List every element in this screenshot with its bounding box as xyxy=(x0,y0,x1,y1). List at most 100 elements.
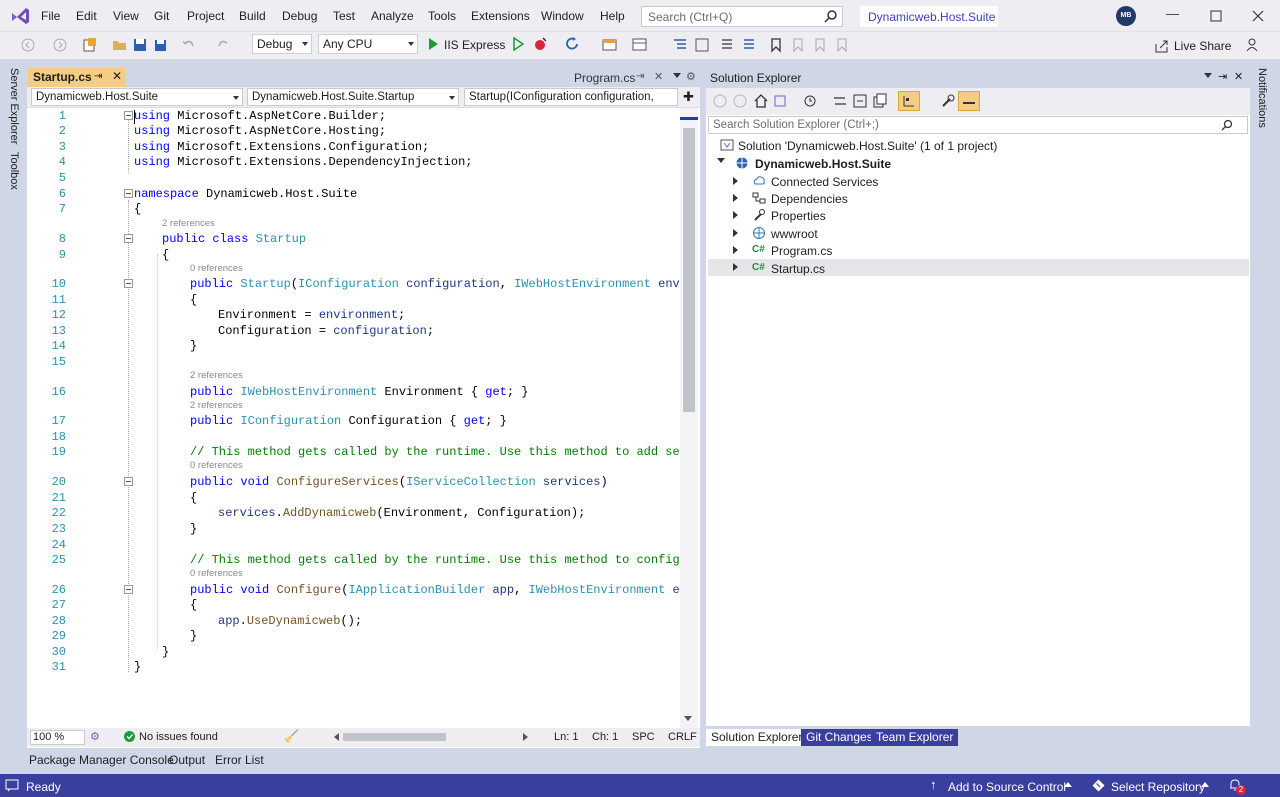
code-cleanup-icon[interactable]: 🧹 xyxy=(284,729,299,743)
uncomment-lines-icon[interactable] xyxy=(742,37,758,53)
visual-studio-logo-icon[interactable] xyxy=(9,5,31,27)
preview-selected-toggle[interactable] xyxy=(898,91,920,111)
solution-name-badge[interactable]: Dynamicweb.Host.Suite xyxy=(860,6,998,27)
menu-tools[interactable]: Tools xyxy=(428,9,456,23)
solution-platform-dropdown[interactable]: Any CPU xyxy=(318,34,418,54)
live-share-icon[interactable] xyxy=(1154,38,1170,54)
window-layout-icon[interactable] xyxy=(632,37,648,53)
tab-error-list[interactable]: Error List xyxy=(215,753,264,767)
collapse-region-icon[interactable] xyxy=(124,111,133,120)
column-indicator[interactable]: Ch: 1 xyxy=(592,731,618,743)
properties-wrench-icon[interactable] xyxy=(940,93,956,109)
menu-build[interactable]: Build xyxy=(239,9,266,23)
collapse-region-icon[interactable] xyxy=(124,234,133,243)
clear-bookmarks-icon[interactable] xyxy=(834,37,850,53)
menu-analyze[interactable]: Analyze xyxy=(371,9,414,23)
menu-help[interactable]: Help xyxy=(600,9,625,23)
home-icon[interactable] xyxy=(753,93,769,109)
codelens-references[interactable]: 0 references xyxy=(190,263,243,274)
solution-search-input[interactable]: Search Solution Explorer (Ctrl+;) xyxy=(708,116,1248,134)
pin-icon[interactable]: ⇥ xyxy=(94,71,102,82)
open-folder-icon[interactable] xyxy=(112,37,128,53)
tab-team-explorer[interactable]: Team Explorer xyxy=(871,729,959,746)
collapse-all-icon[interactable] xyxy=(852,93,868,109)
notifications-tab[interactable]: Notifications xyxy=(1256,68,1268,128)
tab-git-changes[interactable]: Git Changes xyxy=(801,729,878,746)
codelens-references[interactable]: 2 references xyxy=(162,218,215,229)
horizontal-scrollbar-thumb[interactable] xyxy=(343,733,446,741)
refresh-icon[interactable] xyxy=(564,36,580,52)
close-tab-icon[interactable]: ✕ xyxy=(112,69,122,83)
menu-project[interactable]: Project xyxy=(187,9,224,23)
sync-icon[interactable] xyxy=(832,93,848,109)
close-tab-icon[interactable]: ✕ xyxy=(654,70,663,83)
collapse-arrow-icon[interactable] xyxy=(733,229,738,237)
prev-bookmark-icon[interactable] xyxy=(790,37,806,53)
output-status-icon[interactable] xyxy=(5,778,19,792)
window-position-dropdown-icon[interactable] xyxy=(1204,73,1212,78)
collapse-arrow-icon[interactable] xyxy=(733,211,738,219)
bookmark-icon[interactable] xyxy=(768,37,784,53)
line-indicator[interactable]: Ln: 1 xyxy=(554,731,578,743)
tab-output[interactable]: Output xyxy=(169,753,205,767)
add-to-source-control-button[interactable]: Add to Source Control xyxy=(948,780,1066,794)
menu-git[interactable]: Git xyxy=(154,9,169,23)
server-explorer-tab[interactable]: Server Explorer xyxy=(8,68,20,144)
collapse-arrow-icon[interactable] xyxy=(733,246,738,254)
codelens-references[interactable]: 0 references xyxy=(190,460,243,471)
start-debugging-icon[interactable] xyxy=(427,37,439,51)
maximize-icon[interactable] xyxy=(1210,10,1222,22)
run-target-label[interactable]: IIS Express xyxy=(444,38,505,52)
line-ending-indicator[interactable]: CRLF xyxy=(668,731,697,743)
codelens-references[interactable]: 2 references xyxy=(190,370,243,381)
pin-icon[interactable]: ⇥ xyxy=(636,71,644,82)
minimize-icon[interactable]: — xyxy=(1166,6,1179,21)
save-all-icon[interactable] xyxy=(152,37,168,53)
back-icon[interactable] xyxy=(712,93,728,109)
tab-overflow-dropdown-icon[interactable] xyxy=(673,73,681,78)
split-editor-icon[interactable]: ✚ xyxy=(683,89,694,105)
scroll-down-icon[interactable] xyxy=(684,716,692,721)
pending-changes-filter-icon[interactable] xyxy=(802,93,818,109)
tree-item-properties[interactable]: Properties xyxy=(771,209,826,223)
tree-project-node[interactable]: Dynamicweb.Host.Suite xyxy=(755,157,891,171)
issues-status[interactable]: No issues found xyxy=(139,731,218,743)
copilot-icon[interactable]: ⚙ xyxy=(90,730,100,743)
pin-icon[interactable]: ⇥ xyxy=(1218,70,1227,83)
type-dropdown[interactable]: Dynamicweb.Host.Suite.Startup xyxy=(247,88,459,106)
select-repository-button[interactable]: Select Repository xyxy=(1111,780,1205,794)
scroll-right-icon[interactable] xyxy=(523,733,528,741)
comment-lines-icon[interactable] xyxy=(720,37,736,53)
outline-icon[interactable] xyxy=(694,37,710,53)
save-icon[interactable] xyxy=(132,37,148,53)
avatar[interactable]: MB xyxy=(1116,6,1136,26)
collapse-arrow-icon[interactable] xyxy=(733,263,738,271)
redo-icon[interactable] xyxy=(215,37,231,53)
back-icon[interactable] xyxy=(20,37,36,53)
start-without-debugging-icon[interactable] xyxy=(512,37,524,51)
tab-startup-cs[interactable]: Startup.cs ⇥ ✕ xyxy=(28,68,126,87)
menu-window[interactable]: Window xyxy=(541,9,584,23)
menu-extensions[interactable]: Extensions xyxy=(471,9,530,23)
tree-item-program-cs[interactable]: Program.cs xyxy=(771,244,832,258)
collapse-region-icon[interactable] xyxy=(124,477,133,486)
tab-program-cs[interactable]: Program.cs xyxy=(574,71,635,85)
collapse-arrow-icon[interactable] xyxy=(733,177,738,185)
menu-edit[interactable]: Edit xyxy=(76,9,97,23)
tree-item-wwwroot[interactable]: wwwroot xyxy=(771,227,818,241)
menu-test[interactable]: Test xyxy=(333,9,355,23)
menu-file[interactable]: File xyxy=(41,9,60,23)
format-document-icon[interactable] xyxy=(672,37,688,53)
new-project-icon[interactable] xyxy=(82,37,98,53)
codelens-references[interactable]: 0 references xyxy=(190,568,243,579)
tree-item-dependencies[interactable]: Dependencies xyxy=(771,192,848,206)
view-code-toggle[interactable] xyxy=(958,91,980,111)
tree-item-startup-cs[interactable]: Startup.cs xyxy=(771,262,825,276)
scrollbar-thumb[interactable] xyxy=(683,128,695,412)
tree-solution-node[interactable]: Solution 'Dynamicweb.Host.Suite' (1 of 1… xyxy=(738,139,997,153)
menu-view[interactable]: View xyxy=(113,9,139,23)
forward-icon[interactable] xyxy=(52,37,68,53)
search-input[interactable]: Search (Ctrl+Q) xyxy=(641,6,843,27)
tab-solution-explorer[interactable]: Solution Explorer xyxy=(706,729,808,746)
tree-item-connected-services[interactable]: Connected Services xyxy=(771,175,878,189)
